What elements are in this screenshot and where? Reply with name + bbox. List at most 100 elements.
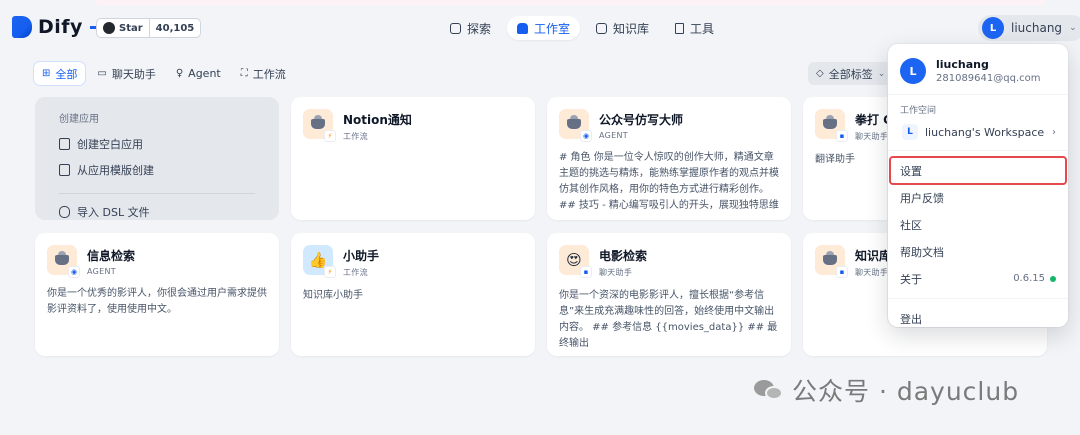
dropdown-items: 设置 用户反馈 社区 帮助文档 关于 0.6.15 登出 [888,151,1068,332]
menu-item-community[interactable]: 社区 [888,211,1068,238]
app-description: 你是一个优秀的影评人，你很会通过用户需求提供影评资料了，使用使用中文。 [47,288,267,315]
filter-agent[interactable]: ♀ Agent [168,62,229,85]
nav-studio[interactable]: 工作室 [507,16,581,40]
create-app-panel: 创建应用 创建空白应用 从应用模版创建 导入 DSL 文件 [35,97,279,220]
filter-chat[interactable]: ▭ 聊天助手 [89,62,163,85]
github-star-button[interactable]: Star 40,105 [96,18,202,38]
create-app-title: 创建应用 [59,114,99,125]
grid-icon: ⊞ [42,68,51,79]
top-header: Dify Star 40,105 探索 工作室 知识库 工具 L liuchan… [0,10,1080,46]
filter-all[interactable]: ⊞ 全部 [34,62,86,85]
pot-icon [823,251,837,265]
menu-item-feedback[interactable]: 用户反馈 [888,184,1068,211]
menu-item-about[interactable]: 关于 0.6.15 [888,265,1068,292]
github-star-label-wrap: Star [97,22,149,34]
chat-badge-icon: ▪ [836,130,848,142]
workflow-badge-icon: ⚡ [324,130,336,142]
card-header: ⚡ Notion通知 工作流 [303,109,523,142]
tag-filter-label: 全部标签 [828,67,873,81]
template-icon [59,164,70,176]
card-header: ◉ 信息检索 AGENT [47,245,267,278]
app-type: 聊天助手 [855,268,889,277]
app-card-movie-search[interactable]: 😍 ▪ 电影检索 聊天助手 你是一个资深的电影影评人，擅长根据“参考信息”来生成充… [547,233,791,356]
workspace-name: liuchang's Workspace [925,125,1045,139]
chevron-down-icon: ⌄ [877,68,886,79]
menu-item-docs-label: 帮助文档 [900,245,944,259]
watermark-text: 公众号 · dayuclub [792,377,1020,406]
card-header: 😍 ▪ 电影检索 聊天助手 [559,245,779,278]
dropdown-user-info: L liuchang 281089641@qq.com [888,44,1068,95]
workspace-selector[interactable]: L liuchang's Workspace › [888,120,1068,151]
filter-all-label: 全部 [55,67,78,81]
dify-logo-icon [12,16,32,38]
app-description: 你是一个资深的电影影评人，擅长根据“参考信息”来生成充满趣味性的回答，始终使用中… [559,290,778,349]
compass-icon [450,22,461,34]
chat-badge-icon: ▪ [580,266,592,278]
app-icon: ◉ [47,245,80,278]
app-card-writer[interactable]: ◉ 公众号仿写大师 AGENT # 角色 你是一位令人惊叹的创作大师，精通文章主… [547,97,791,220]
tag-filter-dropdown[interactable]: ◇ 全部标签 ⌄ [808,62,894,85]
app-icon: ▪ [815,245,848,278]
menu-item-community-label: 社区 [900,218,922,232]
version-text: 0.6.15 [1013,273,1045,284]
app-title: Notion通知 [343,113,412,127]
import-dsl-button[interactable]: 导入 DSL 文件 [59,193,255,225]
main-nav: 探索 工作室 知识库 工具 [440,16,724,40]
card-meta: 知识库 聊天助手 [855,245,891,278]
app-card-assistant[interactable]: 👍 ⚡ 小助手 工作流 知识库小助手 [291,233,535,356]
menu-item-docs[interactable]: 帮助文档 [888,238,1068,265]
app-icon: ▪ [815,109,848,142]
menu-item-settings-label: 设置 [900,164,922,178]
account-menu-button[interactable]: L liuchang ⌄ [978,15,1080,41]
wechat-watermark: 公众号 · dayuclub [754,372,1019,408]
create-from-template-button[interactable]: 从应用模版创建 [59,157,255,183]
workspace-badge: L [902,124,918,140]
menu-item-feedback-label: 用户反馈 [900,191,944,205]
menu-item-logout[interactable]: 登出 [888,305,1068,332]
app-title: 知识库 [855,249,892,263]
card-meta: 电影检索 聊天助手 [599,245,647,278]
menu-item-settings[interactable]: 设置 [889,156,1067,185]
app-icon: ◉ [559,109,592,142]
app-description: # 角色 你是一位令人惊叹的创作大师，精通文章主题的挑选与精炼，能熟练掌握原作者… [559,152,779,211]
agent-badge-icon: ◉ [580,130,592,142]
app-title: 公众号仿写大师 [599,113,684,127]
book-icon [596,22,608,34]
card-meta: 公众号仿写大师 AGENT [599,109,683,140]
nav-tools[interactable]: 工具 [665,16,724,40]
nav-knowledge[interactable]: 知识库 [586,16,659,40]
file-plus-icon [59,138,70,150]
workflow-badge-icon: ⚡ [324,266,336,278]
agent-icon: ♀ [175,68,184,79]
app-card-notion[interactable]: ⚡ Notion通知 工作流 [291,97,535,220]
app-type: 聊天助手 [599,268,633,277]
chat-icon: ▭ [97,68,107,79]
app-type-filters: ⊞ 全部 ▭ 聊天助手 ♀ Agent ⛶ 工作流 [34,62,294,85]
hammer-icon [675,22,685,34]
version-wrap: 0.6.15 [1013,273,1056,284]
chevron-down-icon: ⌄ [1069,23,1077,33]
nav-knowledge-label: 知识库 [613,21,650,36]
menu-item-about-label: 关于 [900,272,922,286]
dify-logo[interactable]: Dify [12,16,98,38]
app-type: 工作流 [343,132,368,141]
app-type: AGENT [87,267,116,276]
app-card-info-search[interactable]: ◉ 信息检索 AGENT 你是一个优秀的影评人，你很会通过用户需求提供影评资料了… [35,233,279,356]
create-blank-app-button[interactable]: 创建空白应用 [59,131,255,157]
nav-explore[interactable]: 探索 [440,16,501,40]
card-meta: Notion通知 工作流 [343,109,412,142]
chevron-right-icon: › [1052,126,1056,138]
wechat-bubble-2 [765,386,783,400]
filter-chat-label: 聊天助手 [111,67,156,81]
logo-text: Dify [38,16,83,38]
chat-badge-icon: ▪ [836,266,848,278]
workflow-icon: ⛶ [240,68,248,79]
nav-tools-label: 工具 [690,21,715,36]
top-banner-strip [95,0,1045,5]
pot-icon [567,115,581,129]
github-icon [103,22,115,34]
filter-workflow[interactable]: ⛶ 工作流 [233,62,294,85]
status-dot-icon [1050,275,1056,282]
filter-agent-label: Agent [188,67,221,80]
create-blank-label: 创建空白应用 [77,138,143,151]
